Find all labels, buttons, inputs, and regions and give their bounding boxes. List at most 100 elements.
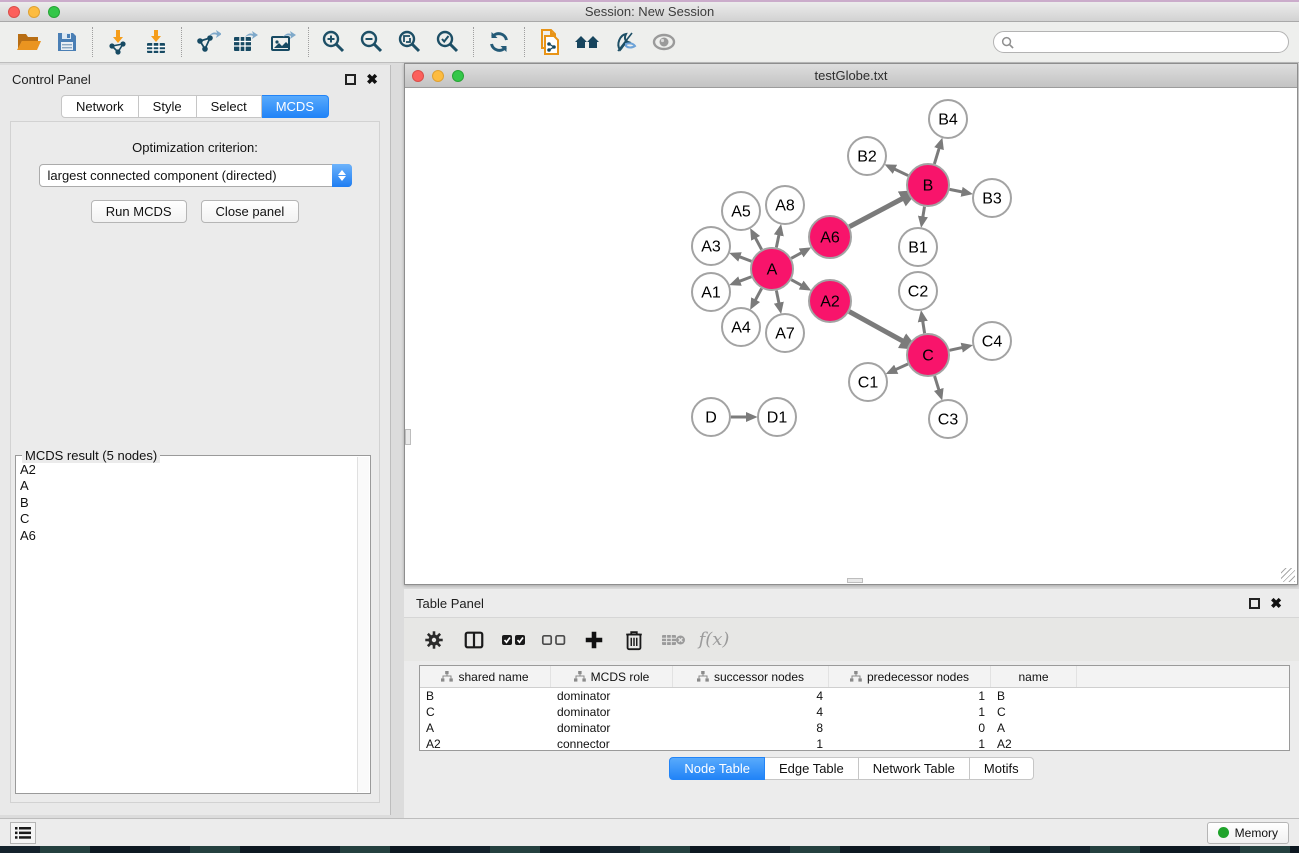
result-item[interactable]: A — [20, 478, 356, 494]
zoom-in-button[interactable] — [315, 26, 353, 58]
open-session-button[interactable] — [10, 26, 48, 58]
close-table-panel-icon[interactable]: ✖ — [1270, 598, 1282, 609]
edge-C-C4[interactable] — [949, 347, 962, 350]
graph-node-A1[interactable]: A1 — [692, 273, 730, 311]
graph-node-C4[interactable]: C4 — [973, 322, 1011, 360]
cell[interactable]: dominator — [551, 721, 673, 735]
graph-node-B1[interactable]: B1 — [899, 228, 937, 266]
graph-node-D1[interactable]: D1 — [758, 398, 796, 436]
mcds-result-list[interactable]: A2ABCA6 — [20, 462, 356, 789]
graph-node-A8[interactable]: A8 — [766, 186, 804, 224]
edge-A6-B[interactable] — [849, 198, 903, 227]
tab-motifs[interactable]: Motifs — [970, 757, 1034, 780]
search-input[interactable] — [1019, 35, 1281, 49]
show-all-networks-button[interactable] — [569, 26, 607, 58]
refresh-button[interactable] — [480, 26, 518, 58]
cell[interactable]: A2 — [991, 737, 1077, 751]
search-field[interactable] — [993, 31, 1289, 53]
canvas-hscroll-indicator[interactable] — [847, 578, 863, 583]
select-all-button[interactable] — [496, 623, 532, 657]
graph-node-C[interactable]: C — [907, 334, 949, 376]
add-column-button[interactable] — [576, 623, 612, 657]
table-row[interactable]: Cdominator41C — [420, 704, 1289, 720]
table-row[interactable]: Adominator80A — [420, 720, 1289, 736]
tab-style[interactable]: Style — [139, 95, 197, 118]
export-image-button[interactable] — [264, 26, 302, 58]
function-builder-button[interactable]: f(x) — [696, 623, 732, 657]
cell[interactable]: dominator — [551, 705, 673, 719]
import-table-button[interactable] — [137, 26, 175, 58]
cell[interactable]: A — [420, 721, 551, 735]
edge-A-A5[interactable] — [755, 237, 761, 249]
cell[interactable]: B — [420, 689, 551, 703]
graph-node-D[interactable]: D — [692, 398, 730, 436]
graph-node-C1[interactable]: C1 — [849, 363, 887, 401]
column-header-MCDS-role[interactable]: MCDS role — [551, 666, 673, 687]
graph-node-B2[interactable]: B2 — [848, 137, 886, 175]
import-network-button[interactable] — [99, 26, 137, 58]
cell[interactable]: 8 — [673, 721, 829, 735]
export-table-button[interactable] — [226, 26, 264, 58]
cell[interactable]: 1 — [829, 737, 991, 751]
edge-A-A1[interactable] — [739, 277, 751, 282]
edge-A-A6[interactable] — [791, 252, 802, 258]
clone-network-button[interactable] — [531, 26, 569, 58]
edge-B-B4[interactable] — [934, 148, 939, 164]
graph-node-C3[interactable]: C3 — [929, 400, 967, 438]
close-panel-button[interactable]: Close panel — [201, 200, 300, 223]
cell[interactable]: 4 — [673, 689, 829, 703]
edge-B-B3[interactable] — [950, 189, 963, 192]
criterion-dropdown[interactable]: largest connected component (directed) — [39, 164, 352, 187]
cell[interactable]: A2 — [420, 737, 551, 751]
edge-C-C2[interactable] — [923, 321, 925, 334]
edge-A-A8[interactable] — [776, 234, 779, 247]
graph-node-B3[interactable]: B3 — [973, 179, 1011, 217]
memory-button[interactable]: Memory — [1207, 822, 1289, 844]
cell[interactable]: A — [991, 721, 1077, 735]
tab-network[interactable]: Network — [61, 95, 139, 118]
delete-column-button[interactable] — [616, 623, 652, 657]
edge-A2-C[interactable] — [849, 312, 903, 342]
graph-node-A5[interactable]: A5 — [722, 192, 760, 230]
edge-A-A3[interactable] — [739, 257, 751, 262]
graph-node-B[interactable]: B — [907, 164, 949, 206]
graph-node-A4[interactable]: A4 — [722, 308, 760, 346]
result-scrollbar[interactable] — [357, 457, 369, 792]
deselect-all-button[interactable] — [536, 623, 572, 657]
graph-node-A[interactable]: A — [751, 248, 793, 290]
graph-node-C2[interactable]: C2 — [899, 272, 937, 310]
edge-C-C1[interactable] — [895, 364, 908, 370]
result-item[interactable]: B — [20, 495, 356, 511]
float-table-panel-icon[interactable] — [1249, 598, 1260, 609]
edge-B-B2[interactable] — [894, 169, 908, 176]
edge-B-B1[interactable] — [923, 207, 925, 218]
export-network-button[interactable] — [188, 26, 226, 58]
cell[interactable]: C — [420, 705, 551, 719]
cell[interactable]: B — [991, 689, 1077, 703]
window-resize-grip[interactable] — [1281, 568, 1295, 582]
graph-node-B4[interactable]: B4 — [929, 100, 967, 138]
tab-node-table[interactable]: Node Table — [669, 757, 765, 780]
cell[interactable]: dominator — [551, 689, 673, 703]
close-panel-icon[interactable]: ✖ — [366, 74, 378, 85]
tab-edge-table[interactable]: Edge Table — [765, 757, 859, 780]
edge-A-A7[interactable] — [776, 291, 779, 304]
zoom-out-button[interactable] — [353, 26, 391, 58]
float-panel-icon[interactable] — [345, 74, 356, 85]
split-view-button[interactable] — [456, 623, 492, 657]
edge-A-A2[interactable] — [791, 280, 802, 286]
column-header-predecessor-nodes[interactable]: predecessor nodes — [829, 666, 991, 687]
hide-panel-button[interactable] — [645, 26, 683, 58]
table-row[interactable]: A2connector11A2 — [420, 736, 1289, 751]
tab-mcds[interactable]: MCDS — [262, 95, 329, 118]
result-item[interactable]: A6 — [20, 528, 356, 544]
vizmapper-button[interactable] — [607, 26, 645, 58]
tab-select[interactable]: Select — [197, 95, 262, 118]
column-header-shared-name[interactable]: shared name — [420, 666, 551, 687]
cell[interactable]: 1 — [829, 705, 991, 719]
table-row[interactable]: Bdominator41B — [420, 688, 1289, 704]
result-item[interactable]: A2 — [20, 462, 356, 478]
cell[interactable]: C — [991, 705, 1077, 719]
save-session-button[interactable] — [48, 26, 86, 58]
delete-table-button[interactable] — [656, 623, 692, 657]
